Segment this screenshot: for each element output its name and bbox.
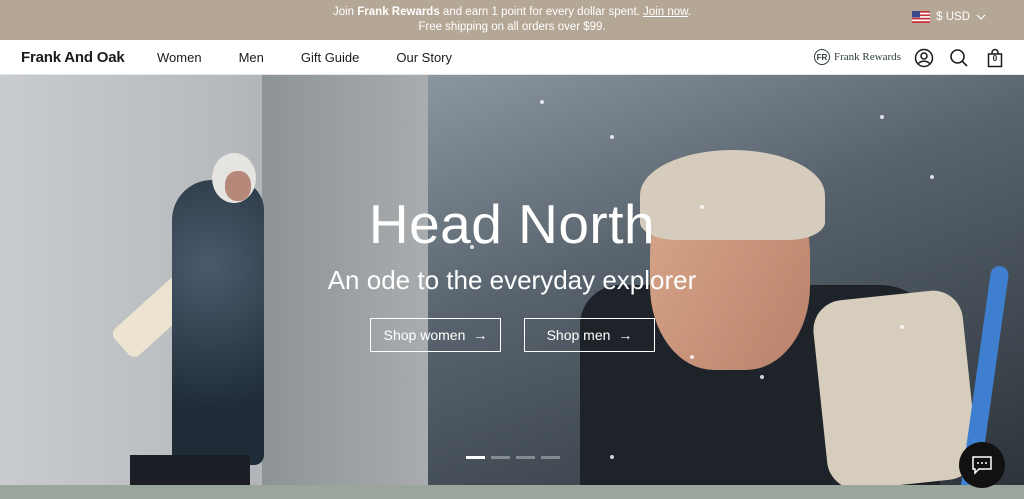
chat-icon (972, 456, 992, 475)
us-flag-icon (912, 11, 931, 23)
brand-logo[interactable]: Frank And Oak (21, 49, 125, 66)
hero-title: Head North (368, 193, 656, 255)
nav-women[interactable]: Women (157, 50, 202, 65)
bag-count: 0 (992, 54, 998, 63)
hero-subtitle: An ode to the everyday explorer (327, 265, 697, 295)
rewards-message: Join Frank Rewards and earn 1 point for … (0, 5, 1024, 19)
carousel-dot-2[interactable] (491, 456, 510, 459)
nav-our-story[interactable]: Our Story (396, 50, 452, 65)
shipping-message: Free shipping on all orders over $99. (418, 21, 606, 33)
chat-button[interactable] (959, 442, 1005, 488)
carousel-dot-3[interactable] (516, 456, 535, 459)
shop-women-button[interactable]: Shop women → (370, 318, 501, 352)
rewards-message-end: . (687, 6, 691, 18)
nav-men[interactable]: Men (239, 50, 264, 65)
rewards-badge-icon: FR (814, 49, 830, 65)
hero-banner[interactable]: Head North An ode to the everyday explor… (0, 75, 1024, 485)
currency-label: $ USD (936, 11, 970, 23)
frank-rewards-link[interactable]: FR Frank Rewards (814, 49, 901, 65)
rewards-message-pre: Join (332, 6, 358, 18)
rewards-message-mid: and earn 1 point for every dollar spent. (439, 6, 644, 18)
arrow-right-icon: → (473, 327, 488, 343)
shop-women-label: Shop women (383, 327, 466, 343)
nav-menu: Women Men Gift Guide Our Story (157, 50, 452, 65)
nav-gift-guide[interactable]: Gift Guide (301, 50, 360, 65)
main-nav: Frank And Oak Women Men Gift Guide Our S… (0, 40, 1024, 75)
join-now-link[interactable]: Join now (643, 6, 688, 18)
rewards-brand: Frank Rewards (357, 6, 440, 18)
arrow-right-icon: → (618, 327, 633, 343)
section-divider-strip (0, 485, 1024, 499)
shop-men-label: Shop men (546, 327, 611, 343)
announcement-bar: Join Frank Rewards and earn 1 point for … (0, 0, 1024, 40)
carousel-dot-4[interactable] (541, 456, 560, 459)
hero-figure-scarf (810, 287, 980, 485)
search-icon[interactable] (949, 48, 969, 68)
currency-selector[interactable]: $ USD (912, 11, 986, 23)
carousel-dot-1[interactable] (466, 456, 485, 459)
bag-icon[interactable]: 0 (985, 48, 1005, 68)
shop-men-button[interactable]: Shop men → (524, 318, 655, 352)
carousel-dots (466, 456, 560, 459)
rewards-label: Frank Rewards (834, 51, 901, 63)
chevron-down-icon (976, 11, 986, 23)
account-icon[interactable] (914, 48, 934, 68)
